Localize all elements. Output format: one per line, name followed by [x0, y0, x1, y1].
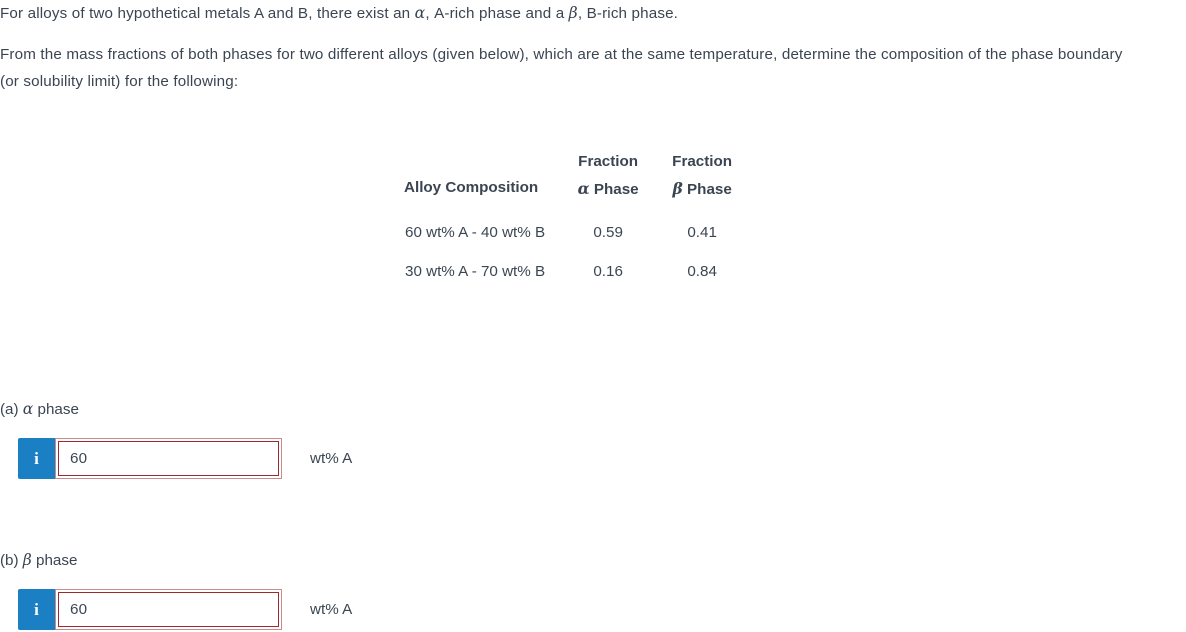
part-b-answer-input-wrapper[interactable]: 60 — [55, 589, 282, 630]
part-a-answer-input[interactable]: 60 — [58, 441, 279, 476]
cell-alloy-composition: 30 wt% A - 70 wt% B — [405, 263, 546, 280]
part-b-answer-input[interactable]: 60 — [58, 592, 279, 627]
table-row: 60 wt% A - 40 wt% B 0.59 0.41 — [404, 203, 749, 242]
column-header-fraction-beta-top: Fraction — [672, 153, 733, 170]
beta-symbol: β — [568, 4, 578, 22]
beta-phase-word: Phase — [682, 181, 732, 198]
alloy-data-table: Alloy Composition Fraction α Phase Fract… — [404, 148, 749, 281]
intro-text-part-3: , B-rich phase. — [577, 5, 679, 22]
beta-symbol-header: β — [672, 179, 683, 198]
column-header-fraction-beta: Fraction β Phase — [655, 148, 749, 203]
info-icon[interactable]: i — [18, 589, 55, 630]
part-b-field-row: i 60 wt% A — [0, 589, 352, 630]
intro-text-part-2: , A-rich phase and a — [425, 5, 569, 22]
part-a-unit-label: wt% A — [310, 450, 353, 467]
problem-statement-line-1: For alloys of two hypothetical metals A … — [0, 0, 1180, 27]
column-header-fraction-beta-bottom: β Phase — [655, 175, 749, 203]
answer-block-part-a: (a) α phase i 60 wt% A — [0, 398, 352, 479]
part-a-answer-value[interactable]: 60 — [59, 450, 87, 467]
column-header-alloy-composition-label: Alloy Composition — [404, 179, 539, 196]
part-a-label-prefix: (a) — [0, 401, 23, 418]
part-a-label-suffix: phase — [33, 401, 79, 418]
intro-text-part-1: For alloys of two hypothetical metals A … — [0, 5, 415, 22]
table-row: 30 wt% A - 70 wt% B 0.16 0.84 — [404, 242, 749, 281]
alpha-phase-word: Phase — [589, 181, 639, 198]
cell-fraction-alpha: 0.16 — [593, 263, 623, 280]
beta-symbol-part-b: β — [22, 551, 32, 569]
part-a-answer-input-wrapper[interactable]: 60 — [55, 438, 282, 479]
column-header-fraction-alpha-top: Fraction — [578, 153, 639, 170]
cell-fraction-alpha: 0.59 — [593, 224, 623, 241]
part-b-label-prefix: (b) — [0, 552, 23, 569]
part-b-answer-value[interactable]: 60 — [59, 601, 87, 618]
part-b-label: (b) β phase — [0, 549, 77, 572]
info-icon[interactable]: i — [18, 438, 55, 479]
column-header-fraction-alpha-bottom: α Phase — [561, 175, 655, 203]
part-a-label: (a) α phase — [0, 398, 79, 421]
column-header-fraction-alpha: Fraction α Phase — [561, 148, 655, 203]
column-header-alloy-composition: Alloy Composition — [404, 148, 561, 203]
part-b-unit-label: wt% A — [310, 601, 353, 618]
cell-fraction-beta: 0.41 — [687, 224, 717, 241]
alpha-symbol-header: α — [577, 179, 590, 198]
cell-alloy-composition: 60 wt% A - 40 wt% B — [405, 224, 546, 241]
alpha-symbol-part-a: α — [22, 400, 34, 418]
alpha-symbol: α — [414, 4, 426, 22]
part-a-field-row: i 60 wt% A — [0, 438, 352, 479]
problem-statement-line-2: From the mass fractions of both phases f… — [0, 46, 1123, 90]
table-header-row: Alloy Composition Fraction α Phase Fract… — [404, 148, 749, 203]
answer-block-part-b: (b) β phase i 60 wt% A — [0, 549, 352, 630]
cell-fraction-beta: 0.84 — [687, 263, 717, 280]
part-b-label-suffix: phase — [31, 552, 78, 569]
